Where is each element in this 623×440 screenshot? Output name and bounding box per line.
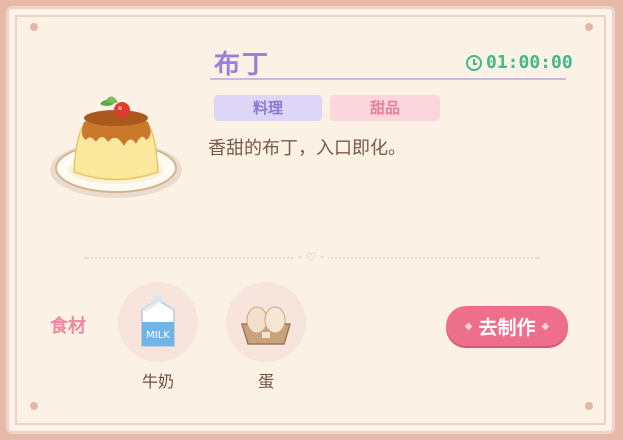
make-button-label: 去制作	[478, 316, 536, 339]
svg-text:MILK: MILK	[146, 330, 170, 341]
pudding-image	[50, 96, 182, 198]
ingredient-milk-name: 牛奶	[141, 372, 174, 391]
recipe-description: 香甜的布丁，入口即化。	[208, 138, 406, 159]
bow-icon: · ♡ ·	[294, 250, 329, 264]
ingredient-egg[interactable]	[226, 282, 306, 362]
clock-icon	[466, 54, 482, 71]
diamond-icon: ◆	[464, 320, 473, 332]
make-button[interactable]: ◆ 去制作 ◆	[446, 306, 568, 346]
ingredient-egg-name: 蛋	[257, 372, 274, 391]
egg-carton-icon	[240, 306, 292, 345]
cook-timer: 01:00:00	[466, 52, 573, 73]
corner-dot	[585, 23, 593, 31]
timer-value: 01:00:00	[486, 52, 573, 73]
corner-dot	[30, 23, 38, 31]
recipe-title: 布丁	[214, 50, 271, 80]
diamond-icon: ◆	[541, 320, 550, 332]
corner-dot	[585, 402, 593, 410]
tag-dessert: 甜品	[330, 95, 440, 121]
title-underline	[210, 78, 566, 80]
ingredient-milk[interactable]: MILK	[118, 282, 198, 362]
corner-dot	[30, 402, 38, 410]
milk-carton-icon: MILK	[141, 296, 175, 347]
ingredients-label: 食材	[50, 316, 86, 337]
tag-cuisine: 料理	[214, 95, 322, 121]
